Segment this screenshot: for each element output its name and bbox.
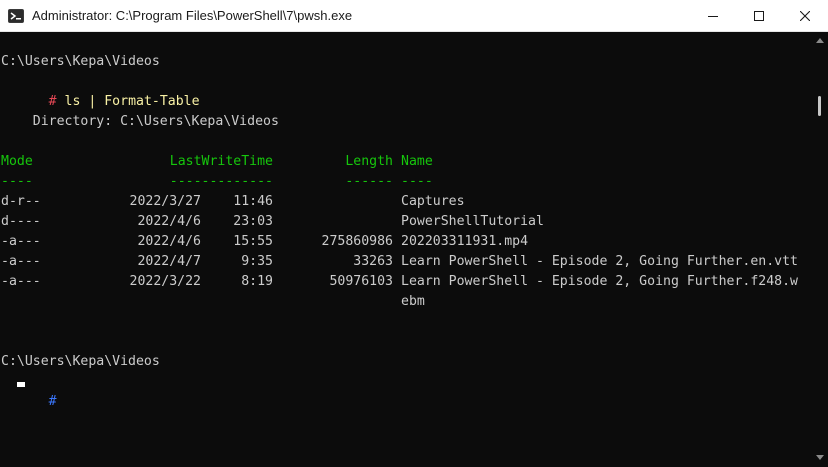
underline-length: ------: [345, 174, 393, 189]
row-name: 202203311931.mp4: [401, 234, 529, 249]
row-date: 2022/4/7: [137, 254, 201, 269]
row-mode: d-r--: [1, 194, 41, 209]
directory-line: Directory: C:\Users\Kepa\Videos: [1, 114, 279, 129]
table-row: -a--- 2022/4/7 9:35 33263 Learn PowerShe…: [1, 252, 809, 272]
row-length: 33263: [353, 254, 393, 269]
row-date: 2022/3/27: [129, 194, 201, 209]
terminal-output[interactable]: C:\Users\Kepa\Videos # ls | Format-Table…: [0, 32, 812, 467]
prompt-symbol: #: [48, 394, 57, 409]
maximize-button[interactable]: [736, 0, 782, 32]
table-row: d---- 2022/4/6 23:03 PowerShellTutorial: [1, 212, 809, 232]
header-length: Length: [345, 154, 393, 169]
prompt-symbol: #: [48, 94, 57, 109]
header-lastwritetime: LastWriteTime: [169, 154, 273, 169]
row-mode: -a---: [1, 254, 41, 269]
scroll-thumb[interactable]: [818, 96, 821, 116]
close-button[interactable]: [782, 0, 828, 32]
table-row: d-r-- 2022/3/27 11:46 Captures: [1, 192, 809, 212]
header-mode: Mode: [1, 154, 33, 169]
row-length: 50976103: [329, 274, 393, 289]
command-line: # ls | Format-Table: [1, 72, 200, 109]
row-mode: -a---: [1, 274, 41, 289]
row-time: 23:03: [233, 214, 273, 229]
terminal-window: Administrator: C:\Program Files\PowerShe…: [0, 0, 828, 467]
row-time: 9:35: [241, 254, 273, 269]
row-name: Learn PowerShell - Episode 2, Going Furt…: [401, 254, 798, 269]
row-name: PowerShellTutorial: [401, 214, 544, 229]
row-mode: d----: [1, 214, 41, 229]
row-length: 275860986: [321, 234, 393, 249]
powershell-icon: [8, 8, 24, 24]
underline-lastwritetime: -------------: [169, 174, 273, 189]
active-prompt-line[interactable]: #: [1, 372, 57, 409]
row-date: 2022/4/6: [137, 214, 201, 229]
row-time: 15:55: [233, 234, 273, 249]
underline-name: ----: [401, 174, 433, 189]
command-text: ls | Format-Table: [64, 94, 200, 109]
row-mode: -a---: [1, 234, 41, 249]
prompt-path: C:\Users\Kepa\Videos: [1, 354, 160, 369]
row-time: 11:46: [233, 194, 273, 209]
row-time: 8:19: [241, 274, 273, 289]
row-name: Captures: [401, 194, 465, 209]
underline-mode: ----: [1, 174, 33, 189]
table-row: -a--- 2022/4/6 15:55 275860986 202203311…: [1, 232, 809, 252]
prompt-path: C:\Users\Kepa\Videos: [1, 54, 160, 69]
row-name-wrap: ebm: [401, 294, 425, 309]
text-cursor: [17, 382, 25, 387]
window-title: Administrator: C:\Program Files\PowerShe…: [32, 8, 353, 23]
title-bar[interactable]: Administrator: C:\Program Files\PowerShe…: [0, 0, 828, 32]
scrollbar[interactable]: [812, 32, 828, 467]
minimize-button[interactable]: [690, 0, 736, 32]
row-name: Learn PowerShell - Episode 2, Going Furt…: [401, 274, 798, 289]
header-name: Name: [401, 154, 433, 169]
row-date: 2022/3/22: [129, 274, 201, 289]
table-row: -a--- 2022/3/22 8:19 50976103 Learn Powe…: [1, 272, 809, 292]
table-header-underline: ---- ------------- ------ ----: [1, 172, 801, 192]
scroll-down-icon[interactable]: [816, 455, 824, 460]
table-header: Mode LastWriteTime Length Name: [1, 152, 801, 172]
scroll-up-icon[interactable]: [816, 38, 824, 43]
table-row-wrap: ebm: [1, 292, 809, 312]
row-date: 2022/4/6: [137, 234, 201, 249]
